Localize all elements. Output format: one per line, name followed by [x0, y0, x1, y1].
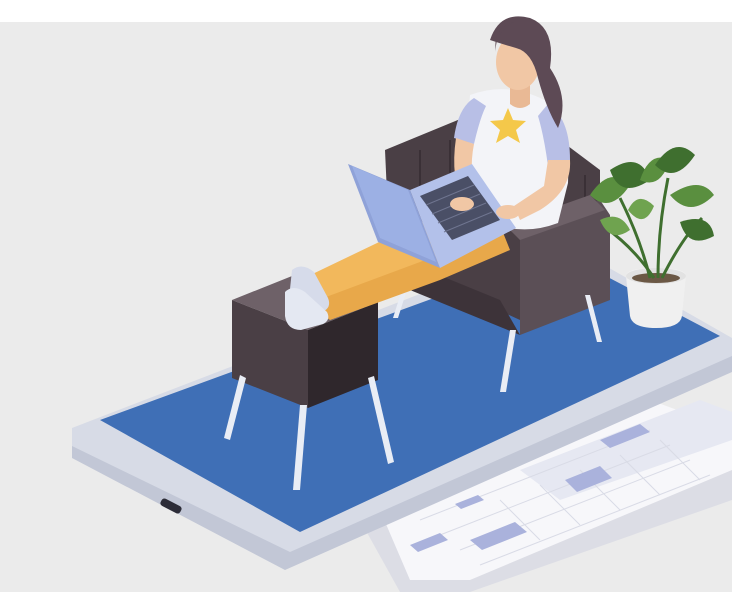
illustration — [0, 0, 732, 592]
scene-svg — [0, 0, 732, 592]
